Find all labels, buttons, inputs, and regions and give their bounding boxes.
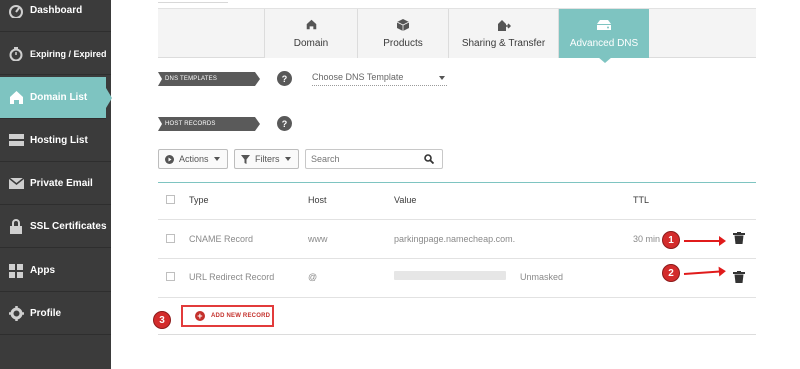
sidebar-item-label: Expiring / Expired — [30, 48, 107, 59]
play-icon — [165, 154, 174, 164]
record-ttl: Unmasked — [520, 272, 564, 282]
clock-icon — [8, 46, 24, 62]
redacted-value — [394, 271, 506, 280]
envelope-icon — [8, 176, 24, 192]
gear-icon — [8, 306, 24, 322]
server-icon — [8, 133, 24, 149]
home-icon — [304, 18, 318, 31]
sidebar-item-label: Apps — [30, 265, 55, 276]
home-icon — [8, 90, 24, 106]
tab-label: Domain — [293, 38, 329, 49]
active-tab-indicator — [598, 57, 612, 63]
apps-icon — [8, 263, 24, 279]
row-checkbox[interactable] — [166, 272, 175, 281]
divider — [158, 297, 756, 298]
divider — [158, 334, 756, 335]
tab-bar: Domain Products Sharing & Transfer Advan… — [158, 8, 756, 58]
chevron-down-icon — [284, 157, 291, 161]
actions-button[interactable]: Actions — [158, 149, 228, 169]
sidebar-item-label: Dashboard — [30, 5, 83, 16]
dns-icon — [597, 18, 611, 31]
badge-number: 3 — [159, 314, 165, 326]
section-label-text: HOST RECORDS — [165, 121, 216, 127]
tab-label: Sharing & Transfer — [461, 38, 546, 49]
filter-icon — [241, 154, 250, 164]
record-value: parkingpage.namecheap.com. — [394, 234, 516, 244]
tab-label: Products — [383, 38, 423, 49]
annotation-arrow — [684, 236, 726, 246]
help-icon[interactable]: ? — [277, 116, 292, 131]
page: Dashboard Expiring / Expired Domain List… — [0, 0, 800, 369]
sidebar-item-label: SSL Certificates — [30, 221, 107, 232]
help-icon[interactable]: ? — [277, 71, 292, 86]
lock-icon — [8, 219, 24, 235]
active-indicator — [106, 88, 112, 108]
tab-domain[interactable]: Domain — [264, 9, 357, 58]
sidebar-item-profile[interactable]: Profile — [0, 293, 111, 335]
sidebar-item-dashboard[interactable]: Dashboard — [0, 0, 111, 32]
add-new-record-button[interactable]: + ADD NEW RECORD — [181, 305, 274, 327]
trash-icon[interactable] — [733, 271, 745, 283]
chevron-down-icon — [439, 76, 445, 80]
actions-button-label: Actions — [179, 154, 209, 164]
tab-label: Advanced DNS — [569, 38, 639, 49]
sidebar-item-apps[interactable]: Apps — [0, 250, 111, 292]
sidebar-item-label: Domain List — [30, 92, 88, 103]
record-host: www — [308, 234, 328, 244]
tab-sharing-transfer[interactable]: Sharing & Transfer — [448, 9, 558, 58]
divider — [158, 258, 756, 259]
record-host: @ — [308, 272, 318, 282]
annotation-badge: 1 — [662, 231, 680, 249]
filters-button[interactable]: Filters — [234, 149, 299, 169]
table-top-border — [158, 182, 756, 183]
record-ttl: 30 min — [633, 234, 661, 244]
help-glyph: ? — [281, 118, 288, 129]
sidebar-item-label: Private Email — [30, 178, 93, 189]
column-header-value: Value — [394, 195, 417, 205]
badge-number: 1 — [668, 234, 674, 246]
annotation-badge: 3 — [153, 311, 171, 329]
trash-icon[interactable] — [733, 232, 745, 244]
divider — [158, 0, 228, 3]
dns-templates-label: DNS TEMPLATES — [158, 72, 260, 86]
add-new-record-label: ADD NEW RECORD — [211, 313, 271, 319]
sidebar-item-private-email[interactable]: Private Email — [0, 163, 111, 205]
box-icon — [396, 18, 410, 31]
column-header-host: Host — [308, 195, 327, 205]
host-records-label: HOST RECORDS — [158, 117, 260, 131]
section-label-text: DNS TEMPLATES — [165, 76, 218, 82]
dns-template-select[interactable]: Choose DNS Template — [312, 72, 447, 86]
record-type: CNAME Record — [189, 234, 254, 244]
row-checkbox[interactable] — [166, 234, 175, 243]
tab-advanced-dns[interactable]: Advanced DNS — [558, 9, 649, 58]
sidebar-item-domain-list[interactable]: Domain List — [0, 77, 106, 119]
record-type: URL Redirect Record — [189, 272, 275, 282]
share-icon — [497, 18, 511, 31]
sidebar-item-label: Profile — [30, 308, 62, 319]
sidebar-item-ssl-certificates[interactable]: SSL Certificates — [0, 206, 111, 248]
badge-number: 2 — [668, 267, 674, 279]
dns-template-select-value: Choose DNS Template — [312, 72, 404, 82]
sidebar-item-expiring[interactable]: Expiring / Expired — [0, 33, 111, 75]
annotation-badge: 2 — [662, 264, 680, 282]
tab-products[interactable]: Products — [357, 9, 448, 58]
search-icon[interactable] — [424, 154, 434, 164]
help-glyph: ? — [281, 73, 288, 84]
filters-button-label: Filters — [255, 154, 280, 164]
divider — [158, 219, 756, 220]
select-all-checkbox[interactable] — [166, 195, 175, 204]
column-header-type: Type — [189, 195, 209, 205]
sidebar-item-label: Hosting List — [30, 135, 88, 146]
speedometer-icon — [8, 3, 24, 19]
plus-icon: + — [195, 311, 205, 321]
chevron-down-icon — [213, 157, 220, 161]
annotation-arrow — [683, 270, 720, 275]
sidebar: Dashboard Expiring / Expired Domain List… — [0, 0, 112, 369]
column-header-ttl: TTL — [633, 195, 650, 205]
search-input[interactable] — [305, 149, 443, 169]
sidebar-item-hosting-list[interactable]: Hosting List — [0, 120, 111, 162]
